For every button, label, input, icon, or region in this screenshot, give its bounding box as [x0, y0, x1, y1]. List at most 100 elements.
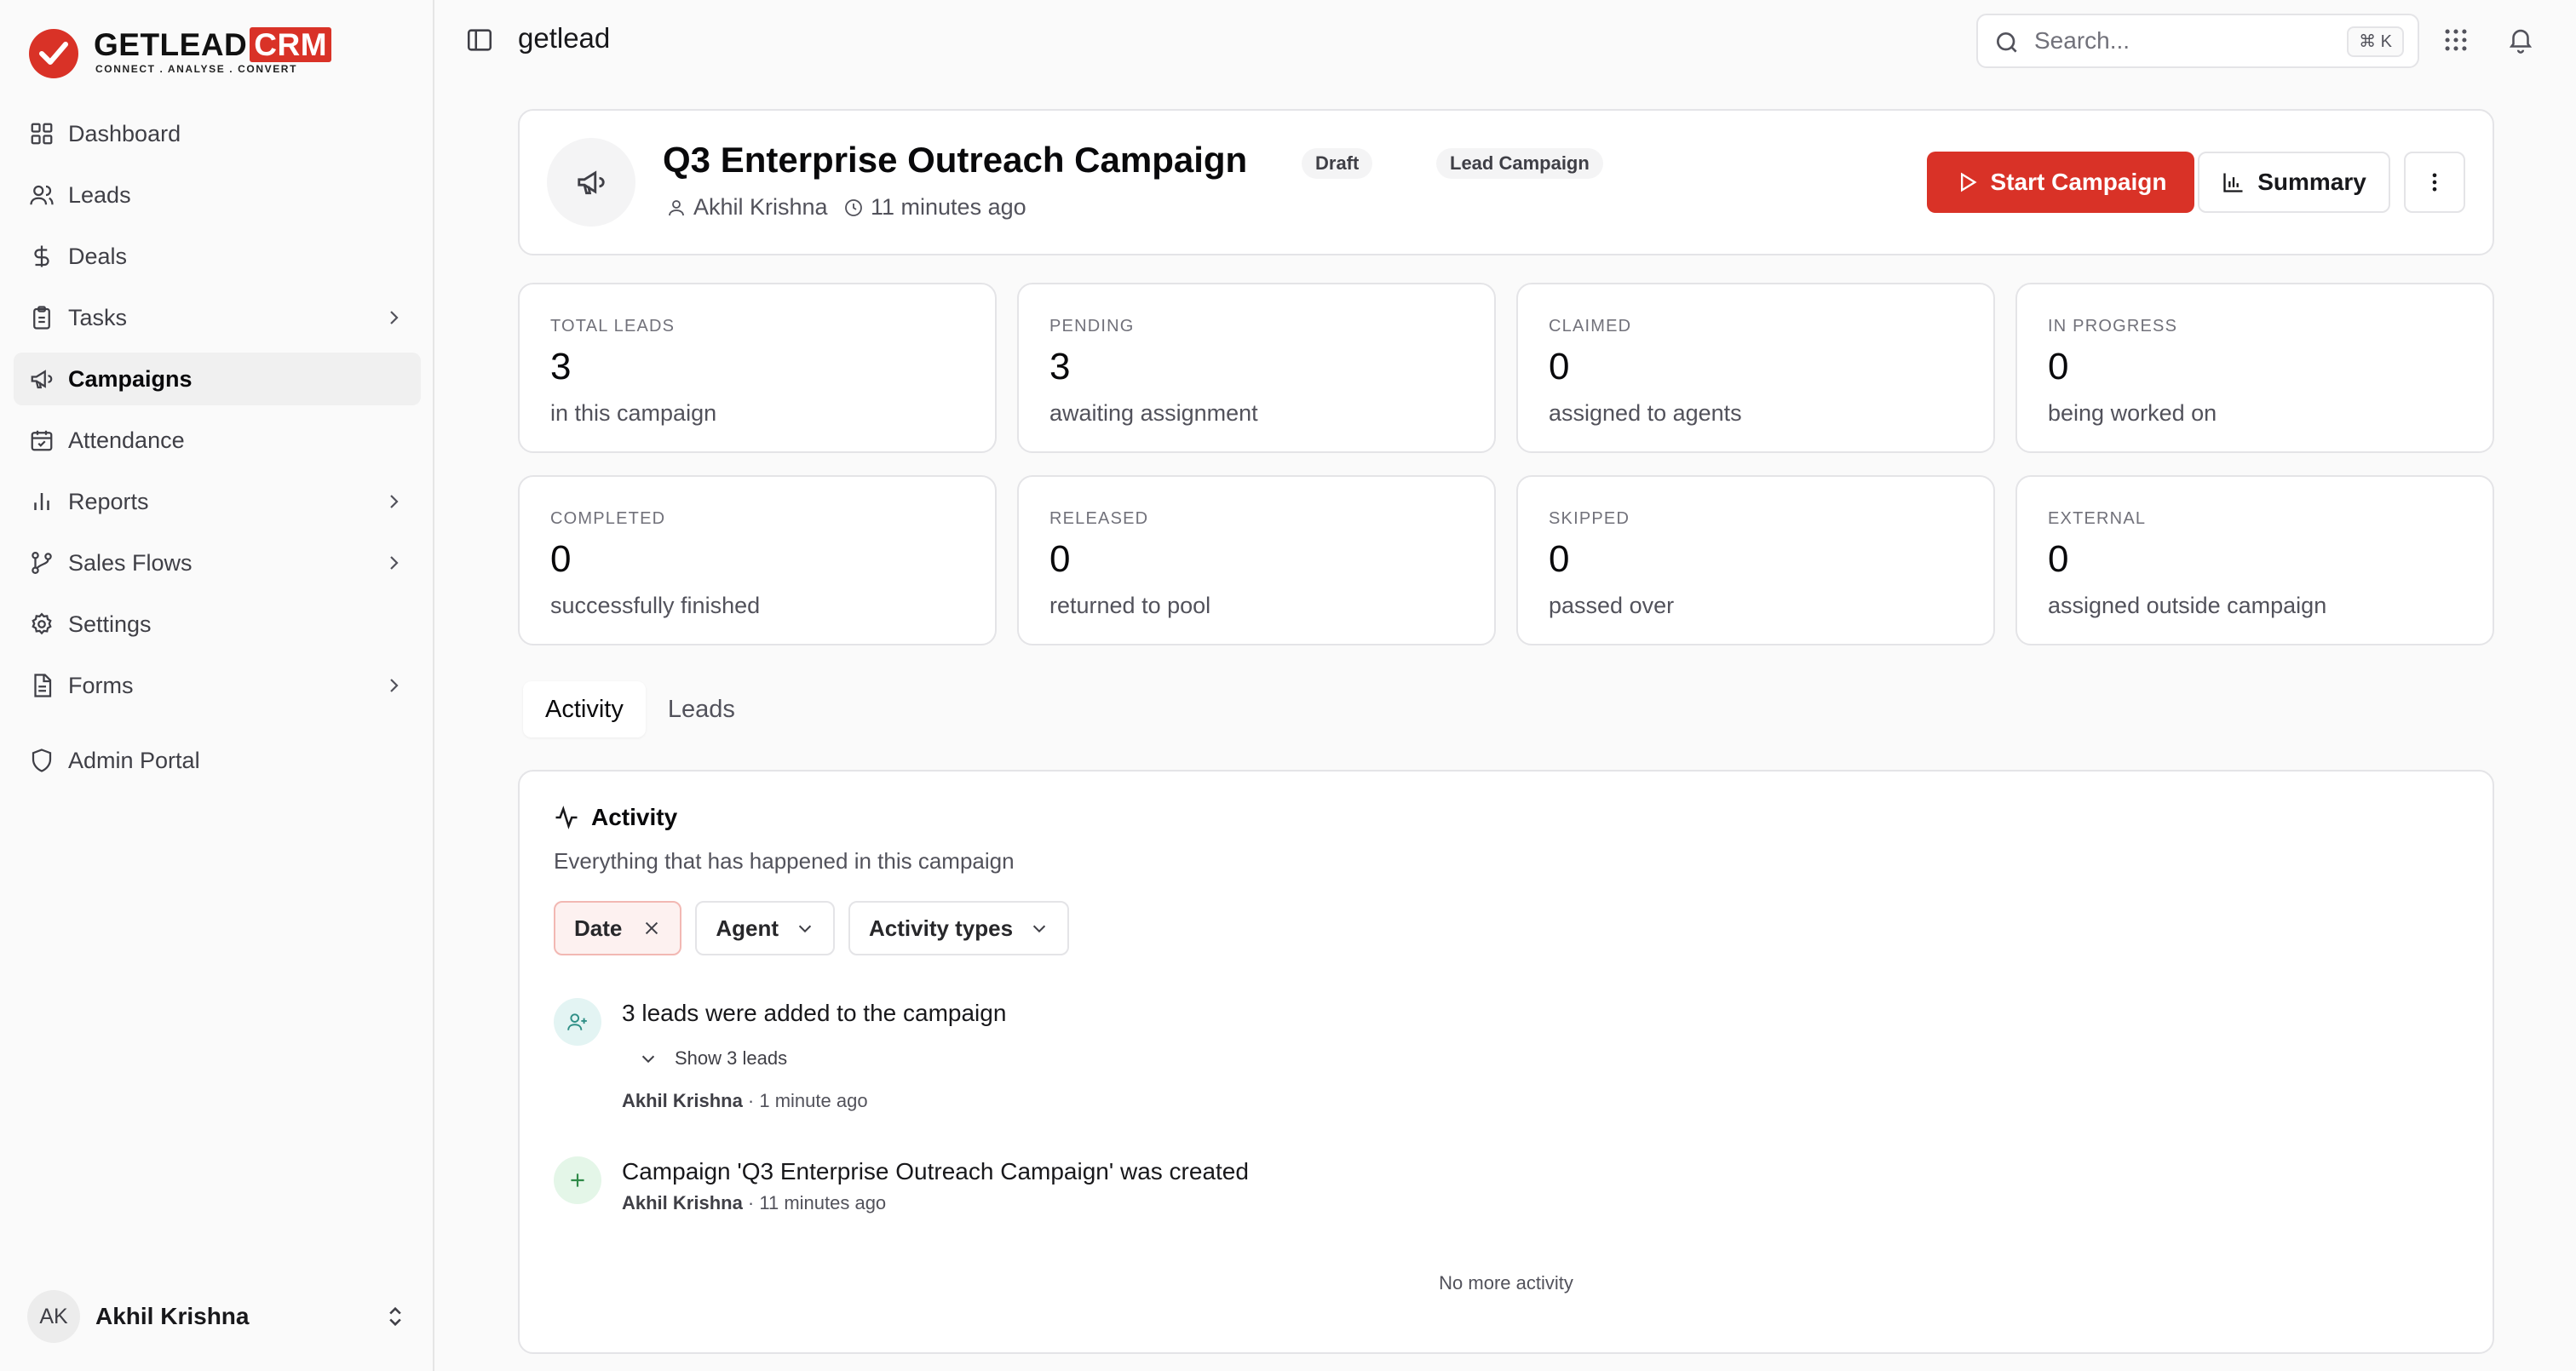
owner-name: Akhil Krishna — [693, 194, 828, 220]
stat-card-completed: COMPLETED 0 successfully finished — [518, 475, 997, 645]
avatar: AK — [27, 1290, 80, 1343]
event-time: · 11 minutes ago — [742, 1192, 887, 1213]
user-menu[interactable]: AK Akhil Krishna — [27, 1289, 407, 1344]
sidebar-item-campaigns[interactable]: Campaigns — [14, 353, 421, 405]
activity-title: Activity — [591, 804, 678, 830]
chevron-down-icon — [798, 925, 812, 933]
sidebar-item-forms[interactable]: Forms — [14, 659, 421, 712]
brand-suffix: CRM — [250, 27, 332, 62]
chevron-right-icon[interactable] — [383, 675, 404, 696]
bell-icon[interactable] — [2506, 24, 2535, 54]
sidebar-item-dashboard[interactable]: Dashboard — [14, 107, 421, 160]
activity-event: 3 leads were added to the campaign Show … — [554, 998, 2428, 1134]
user-name: Akhil Krishna — [95, 1303, 250, 1329]
stat-card-skipped: SKIPPED 0 passed over — [1516, 475, 1995, 645]
event-time: · 1 minute ago — [742, 1090, 868, 1111]
search-placeholder: Search... — [2034, 27, 2130, 54]
tab-leads[interactable]: Leads — [646, 681, 757, 737]
search-icon — [1997, 32, 2017, 53]
chevron-down-icon — [1032, 925, 1046, 933]
show-leads-label: Show 3 leads — [675, 1047, 788, 1069]
sidebar-toggle-icon[interactable] — [465, 26, 494, 54]
stat-value: 3 — [550, 346, 572, 387]
activity-pulse-icon — [555, 806, 578, 829]
stat-card-external: EXTERNAL 0 assigned outside campaign — [2015, 475, 2494, 645]
file-icon — [34, 674, 52, 697]
git-branch-icon — [32, 552, 52, 574]
chevron-right-icon[interactable] — [383, 307, 404, 328]
event-actor: Akhil Krishna — [622, 1090, 743, 1111]
event-icon-wrap — [554, 998, 601, 1046]
stat-label: COMPLETED — [550, 509, 666, 528]
stat-description: assigned to agents — [1549, 400, 1742, 426]
sidebar-item-deals[interactable]: Deals — [14, 230, 421, 283]
sidebar-item-reports[interactable]: Reports — [14, 475, 421, 528]
clipboard-icon — [33, 306, 50, 330]
stat-card-claimed: CLAIMED 0 assigned to agents — [1516, 283, 1995, 453]
sidebar-item-tasks[interactable]: Tasks — [14, 291, 421, 344]
stat-card-in-progress: IN PROGRESS 0 being worked on — [2015, 283, 2494, 453]
sidebar-item-leads[interactable]: Leads — [14, 169, 421, 221]
agent-filter[interactable]: Agent — [695, 901, 836, 955]
brand-logo[interactable]: GETLEAD CRM CONNECT . ANALYSE . CONVERT — [29, 26, 332, 80]
sidebar-item-admin-portal[interactable]: Admin Portal — [14, 734, 421, 787]
stat-card-total-leads: TOTAL LEADS 3 in this campaign — [518, 283, 997, 453]
stat-label: PENDING — [1049, 317, 1135, 336]
bar-chart-icon — [34, 493, 49, 510]
search-shortcut: ⌘ K — [2347, 26, 2404, 57]
brand-wordmark: GETLEAD CRM — [94, 27, 332, 63]
activity-types-filter-label: Activity types — [869, 915, 1014, 941]
close-icon[interactable] — [642, 919, 661, 938]
stat-label: RELEASED — [1049, 509, 1149, 528]
summary-label: Summary — [2257, 169, 2366, 195]
summary-button[interactable]: Summary — [2198, 152, 2390, 213]
sidebar-item-attendance[interactable]: Attendance — [14, 414, 421, 467]
stat-value: 0 — [1049, 538, 1071, 580]
search-input[interactable]: Search... ⌘ K — [1976, 14, 2419, 68]
check-logo-icon — [29, 29, 78, 78]
chevron-right-icon[interactable] — [383, 491, 404, 512]
sidebar-item-label: Forms — [68, 672, 134, 698]
chevrons-up-down-icon[interactable] — [383, 1305, 407, 1328]
sidebar-item-label: Tasks — [68, 304, 128, 330]
campaign-header: Q3 Enterprise Outreach Campaign Draft Le… — [518, 109, 2494, 255]
more-options-button[interactable] — [2404, 152, 2465, 213]
stat-label: EXTERNAL — [2048, 509, 2147, 528]
megaphone-icon — [578, 170, 605, 195]
stat-value: 0 — [1549, 346, 1570, 387]
start-campaign-button[interactable]: Start Campaign — [1927, 152, 2194, 213]
sidebar-item-settings[interactable]: Settings — [14, 598, 421, 651]
updated-time: 11 minutes ago — [871, 194, 1026, 220]
activity-filters: Date Agent Activity types — [554, 901, 1083, 955]
activity-types-filter[interactable]: Activity types — [848, 901, 1070, 955]
stat-description: returned to pool — [1049, 593, 1211, 618]
activity-panel: Activity Everything that has happened in… — [518, 770, 2494, 1354]
sidebar-item-label: Deals — [68, 243, 128, 269]
stat-description: assigned outside campaign — [2048, 593, 2327, 618]
end-of-activity: No more activity — [1439, 1272, 1573, 1294]
plus-icon — [571, 1173, 584, 1187]
tab-list: Activity Leads — [523, 681, 757, 737]
stat-description: being worked on — [2048, 400, 2217, 426]
stat-description: successfully finished — [550, 593, 761, 618]
sidebar: GETLEAD CRM CONNECT . ANALYSE . CONVERT D… — [0, 0, 434, 1371]
stat-value: 0 — [2048, 538, 2069, 580]
type-badge: Lead Campaign — [1436, 148, 1603, 179]
topbar: getlead Search... ⌘ K — [434, 0, 2576, 82]
event-actor: Akhil Krishna — [622, 1192, 743, 1213]
event-title: 3 leads were added to the campaign — [622, 1000, 1007, 1026]
activity-event: Campaign 'Q3 Enterprise Outreach Campaig… — [554, 1156, 2428, 1233]
show-leads-toggle[interactable]: Show 3 leads — [639, 1047, 787, 1070]
calendar-check-icon — [31, 430, 53, 451]
date-filter[interactable]: Date — [554, 901, 682, 955]
status-badge: Draft — [1302, 148, 1373, 179]
play-icon — [1960, 172, 1977, 192]
chevron-right-icon[interactable] — [383, 553, 404, 573]
workspace-name: getlead — [518, 22, 611, 54]
more-vertical-icon — [2432, 173, 2437, 192]
tab-activity[interactable]: Activity — [523, 681, 646, 737]
user-icon — [669, 199, 684, 215]
apps-grid-icon[interactable] — [2441, 26, 2470, 54]
user-plus-icon — [567, 1013, 587, 1030]
sidebar-item-sales-flows[interactable]: Sales Flows — [14, 536, 421, 589]
